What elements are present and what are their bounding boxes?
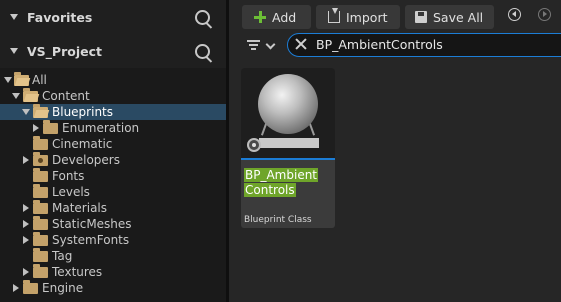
asset-name: BP_Ambient Controls: [244, 168, 324, 198]
tree-item-systemfonts[interactable]: SystemFonts: [0, 232, 226, 248]
add-button-label: Add: [272, 9, 297, 25]
asset-name-line1: BP_Ambient: [244, 168, 319, 182]
tree-item-materials[interactable]: Materials: [0, 200, 226, 216]
expand-arrow-icon[interactable]: [23, 236, 29, 244]
expand-arrow-icon[interactable]: [23, 204, 29, 212]
sphere-thumbnail-icon: [258, 74, 318, 134]
project-header[interactable]: VS_Project: [0, 34, 226, 68]
save-all-button-label: Save All: [433, 9, 484, 25]
tree-item-label: Materials: [52, 201, 108, 215]
project-title: VS_Project: [27, 43, 102, 59]
tree-item-label: SystemFonts: [52, 233, 130, 247]
tree-item-textures[interactable]: Textures: [0, 264, 226, 280]
tree-item-label: Engine: [42, 281, 84, 295]
plus-icon: [254, 11, 266, 23]
expand-arrow-icon[interactable]: [12, 93, 20, 99]
tree-item-label: Developers: [52, 153, 120, 167]
filter-icon[interactable]: [247, 39, 260, 51]
tree-item-label: Blueprints: [52, 105, 114, 119]
folder-icon: [33, 216, 48, 230]
tree-item-label: Fonts: [52, 169, 85, 183]
tree-item-fonts[interactable]: Fonts: [0, 168, 226, 184]
tree-item-label: Cinematic: [52, 137, 113, 151]
folder-open-icon: [33, 104, 48, 118]
folder-open-icon: [14, 72, 29, 86]
favorites-title: Favorites: [27, 9, 93, 25]
asset-thumbnail: [241, 68, 335, 160]
tree-item-cinematic[interactable]: Cinematic: [0, 136, 226, 152]
asset-type: Blueprint Class: [244, 215, 312, 225]
tree-item-label: All: [32, 73, 47, 87]
asset-view-panel: Add Import Save All BP_AmbientControls B…: [229, 0, 561, 302]
expand-arrow-icon[interactable]: [4, 77, 12, 83]
tree-item-label: Levels: [52, 185, 90, 199]
arrow-right-icon: [543, 11, 547, 17]
import-button-label: Import: [346, 9, 388, 25]
developer-folder-icon: [33, 152, 48, 166]
tree-item-enumeration[interactable]: Enumeration: [0, 120, 226, 136]
expand-arrow-icon[interactable]: [22, 109, 30, 115]
tree-item-content[interactable]: Content: [0, 88, 226, 104]
import-button[interactable]: Import: [316, 5, 400, 29]
expand-arrow-icon[interactable]: [33, 124, 39, 132]
chevron-down-icon[interactable]: [265, 39, 276, 50]
folder-icon: [43, 120, 58, 134]
collapse-arrow-icon[interactable]: [10, 14, 18, 20]
asset-name-line2: Controls: [244, 183, 296, 197]
blueprint-class-icon: [247, 138, 261, 152]
tree-item-staticmeshes[interactable]: StaticMeshes: [0, 216, 226, 232]
collapse-arrow-icon[interactable]: [10, 48, 18, 54]
favorites-header[interactable]: Favorites: [0, 0, 226, 34]
folder-icon: [33, 232, 48, 246]
save-icon: [415, 11, 427, 23]
folder-icon: [33, 264, 48, 278]
expand-arrow-icon[interactable]: [23, 268, 29, 276]
tree-item-label: Enumeration: [62, 121, 140, 135]
tree-item-label: Textures: [52, 265, 103, 279]
clear-search-icon[interactable]: [295, 38, 307, 50]
back-button[interactable]: [508, 8, 521, 21]
arrow-left-icon: [512, 11, 516, 17]
expand-arrow-icon[interactable]: [13, 284, 19, 292]
tree-item-developers[interactable]: Developers: [0, 152, 226, 168]
asset-tile[interactable]: BP_Ambient Controls Blueprint Class: [241, 68, 335, 228]
folder-icon: [33, 168, 48, 182]
expand-arrow-icon[interactable]: [23, 220, 29, 228]
folder-icon: [23, 280, 38, 294]
folder-icon: [33, 248, 48, 262]
folder-icon: [33, 184, 48, 198]
search-icon[interactable]: [195, 44, 210, 59]
tree-item-levels[interactable]: Levels: [0, 184, 226, 200]
tree-item-label: Content: [42, 89, 90, 103]
tree-item-label: StaticMeshes: [52, 217, 132, 231]
import-icon: [328, 8, 340, 23]
tree-item-tag[interactable]: Tag: [0, 248, 226, 264]
thumbnail-base: [259, 138, 319, 148]
forward-button[interactable]: [538, 8, 551, 21]
folder-open-icon: [23, 88, 38, 102]
save-all-button[interactable]: Save All: [405, 5, 494, 29]
tree-item-engine[interactable]: Engine: [0, 280, 226, 296]
tree-item-label: Tag: [52, 249, 73, 263]
folder-icon: [33, 136, 48, 150]
tree-item-all[interactable]: All: [0, 72, 226, 88]
expand-arrow-icon[interactable]: [23, 156, 29, 164]
add-button[interactable]: Add: [242, 5, 311, 29]
search-icon[interactable]: [195, 10, 210, 25]
folder-icon: [33, 200, 48, 214]
tree-item-blueprints[interactable]: Blueprints: [0, 104, 226, 120]
search-input-value: BP_AmbientControls: [316, 37, 443, 52]
search-input[interactable]: BP_AmbientControls: [287, 33, 561, 57]
content-browser-sidebar: Favorites VS_Project All Content Bluepri…: [0, 0, 226, 302]
